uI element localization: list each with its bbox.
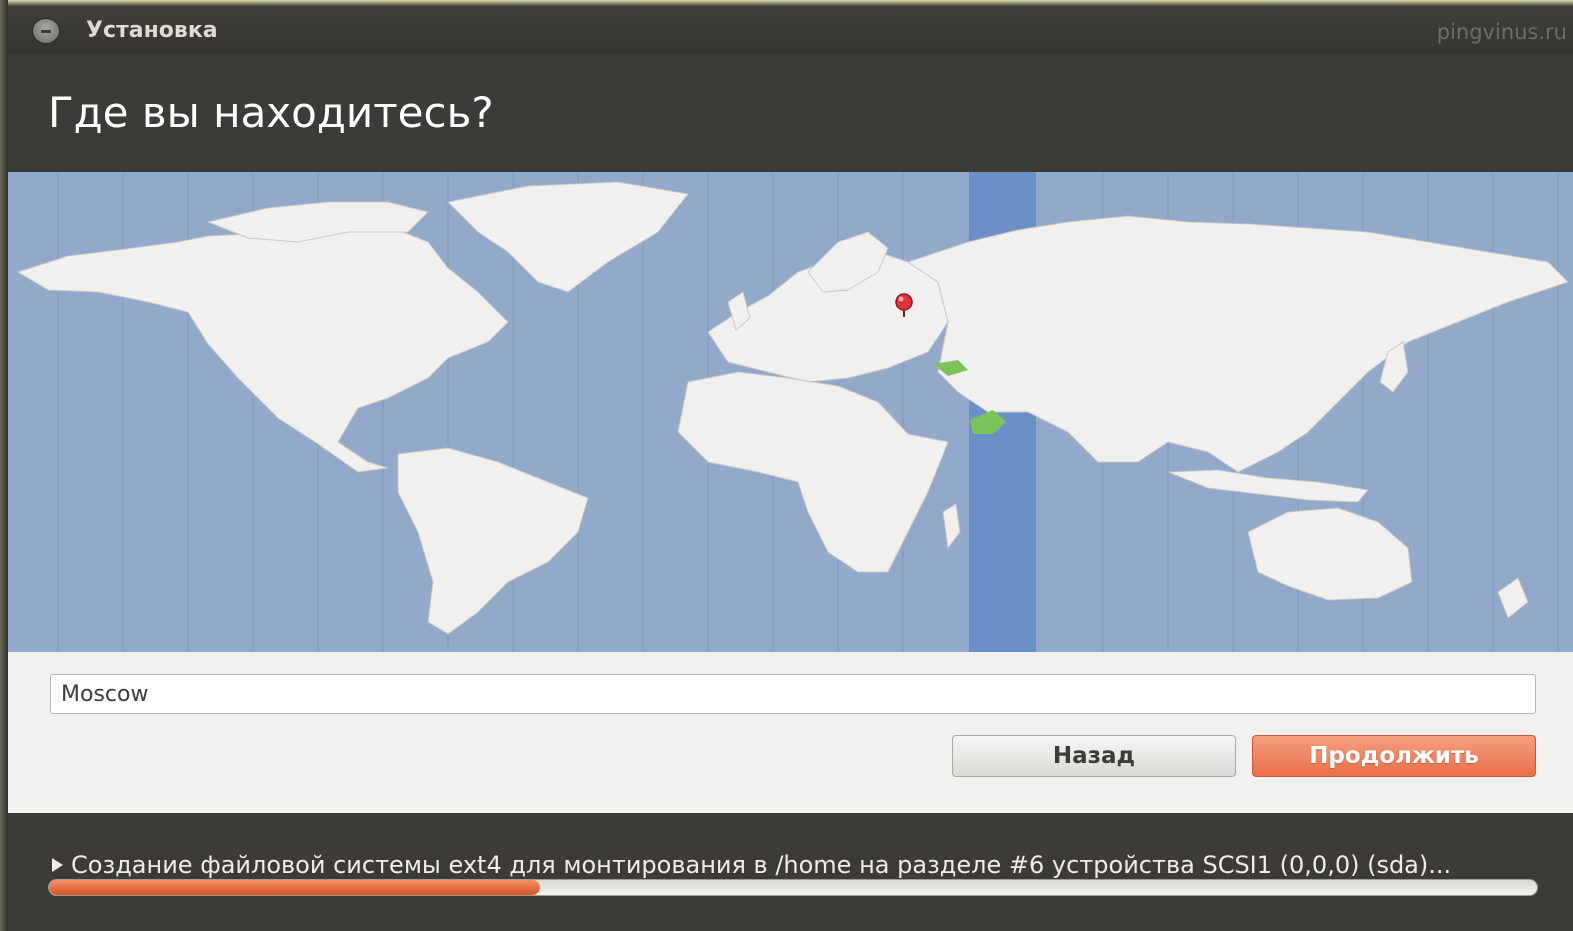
window-title: Установка xyxy=(86,18,218,43)
install-progress-panel: Создание файловой системы ext4 для монти… xyxy=(8,813,1573,931)
page-header: Где вы находитесь? xyxy=(8,54,1573,172)
progress-bar xyxy=(48,879,1538,896)
location-panel: Назад Продолжить xyxy=(8,652,1573,813)
world-map[interactable] xyxy=(8,172,1573,652)
greenland xyxy=(446,181,689,293)
timezone-map[interactable] xyxy=(8,172,1573,652)
page-title: Где вы находитесь? xyxy=(48,88,494,137)
titlebar: Установка pingvinus.ru xyxy=(8,6,1573,54)
location-input[interactable] xyxy=(50,674,1536,714)
continue-button[interactable]: Продолжить xyxy=(1252,735,1536,777)
australia xyxy=(1247,507,1413,601)
madagascar xyxy=(942,503,961,550)
progress-bar-fill xyxy=(49,880,541,895)
new-zealand xyxy=(1497,577,1529,619)
window-border xyxy=(0,0,8,931)
minimize-icon[interactable] xyxy=(32,18,60,44)
installer-window: Установка pingvinus.ru Где вы находитесь… xyxy=(0,0,1573,931)
progress-expander[interactable]: Создание файловой системы ext4 для монти… xyxy=(52,851,1552,879)
africa xyxy=(677,371,949,573)
south-america xyxy=(397,447,589,635)
progress-status-text: Создание файловой системы ext4 для монти… xyxy=(71,851,1452,879)
indonesia xyxy=(1167,469,1369,503)
north-america xyxy=(16,221,509,473)
watermark: pingvinus.ru xyxy=(1436,20,1567,44)
triangle-right-icon[interactable] xyxy=(52,858,63,872)
back-button[interactable]: Назад xyxy=(952,735,1236,777)
continents xyxy=(16,181,1569,635)
